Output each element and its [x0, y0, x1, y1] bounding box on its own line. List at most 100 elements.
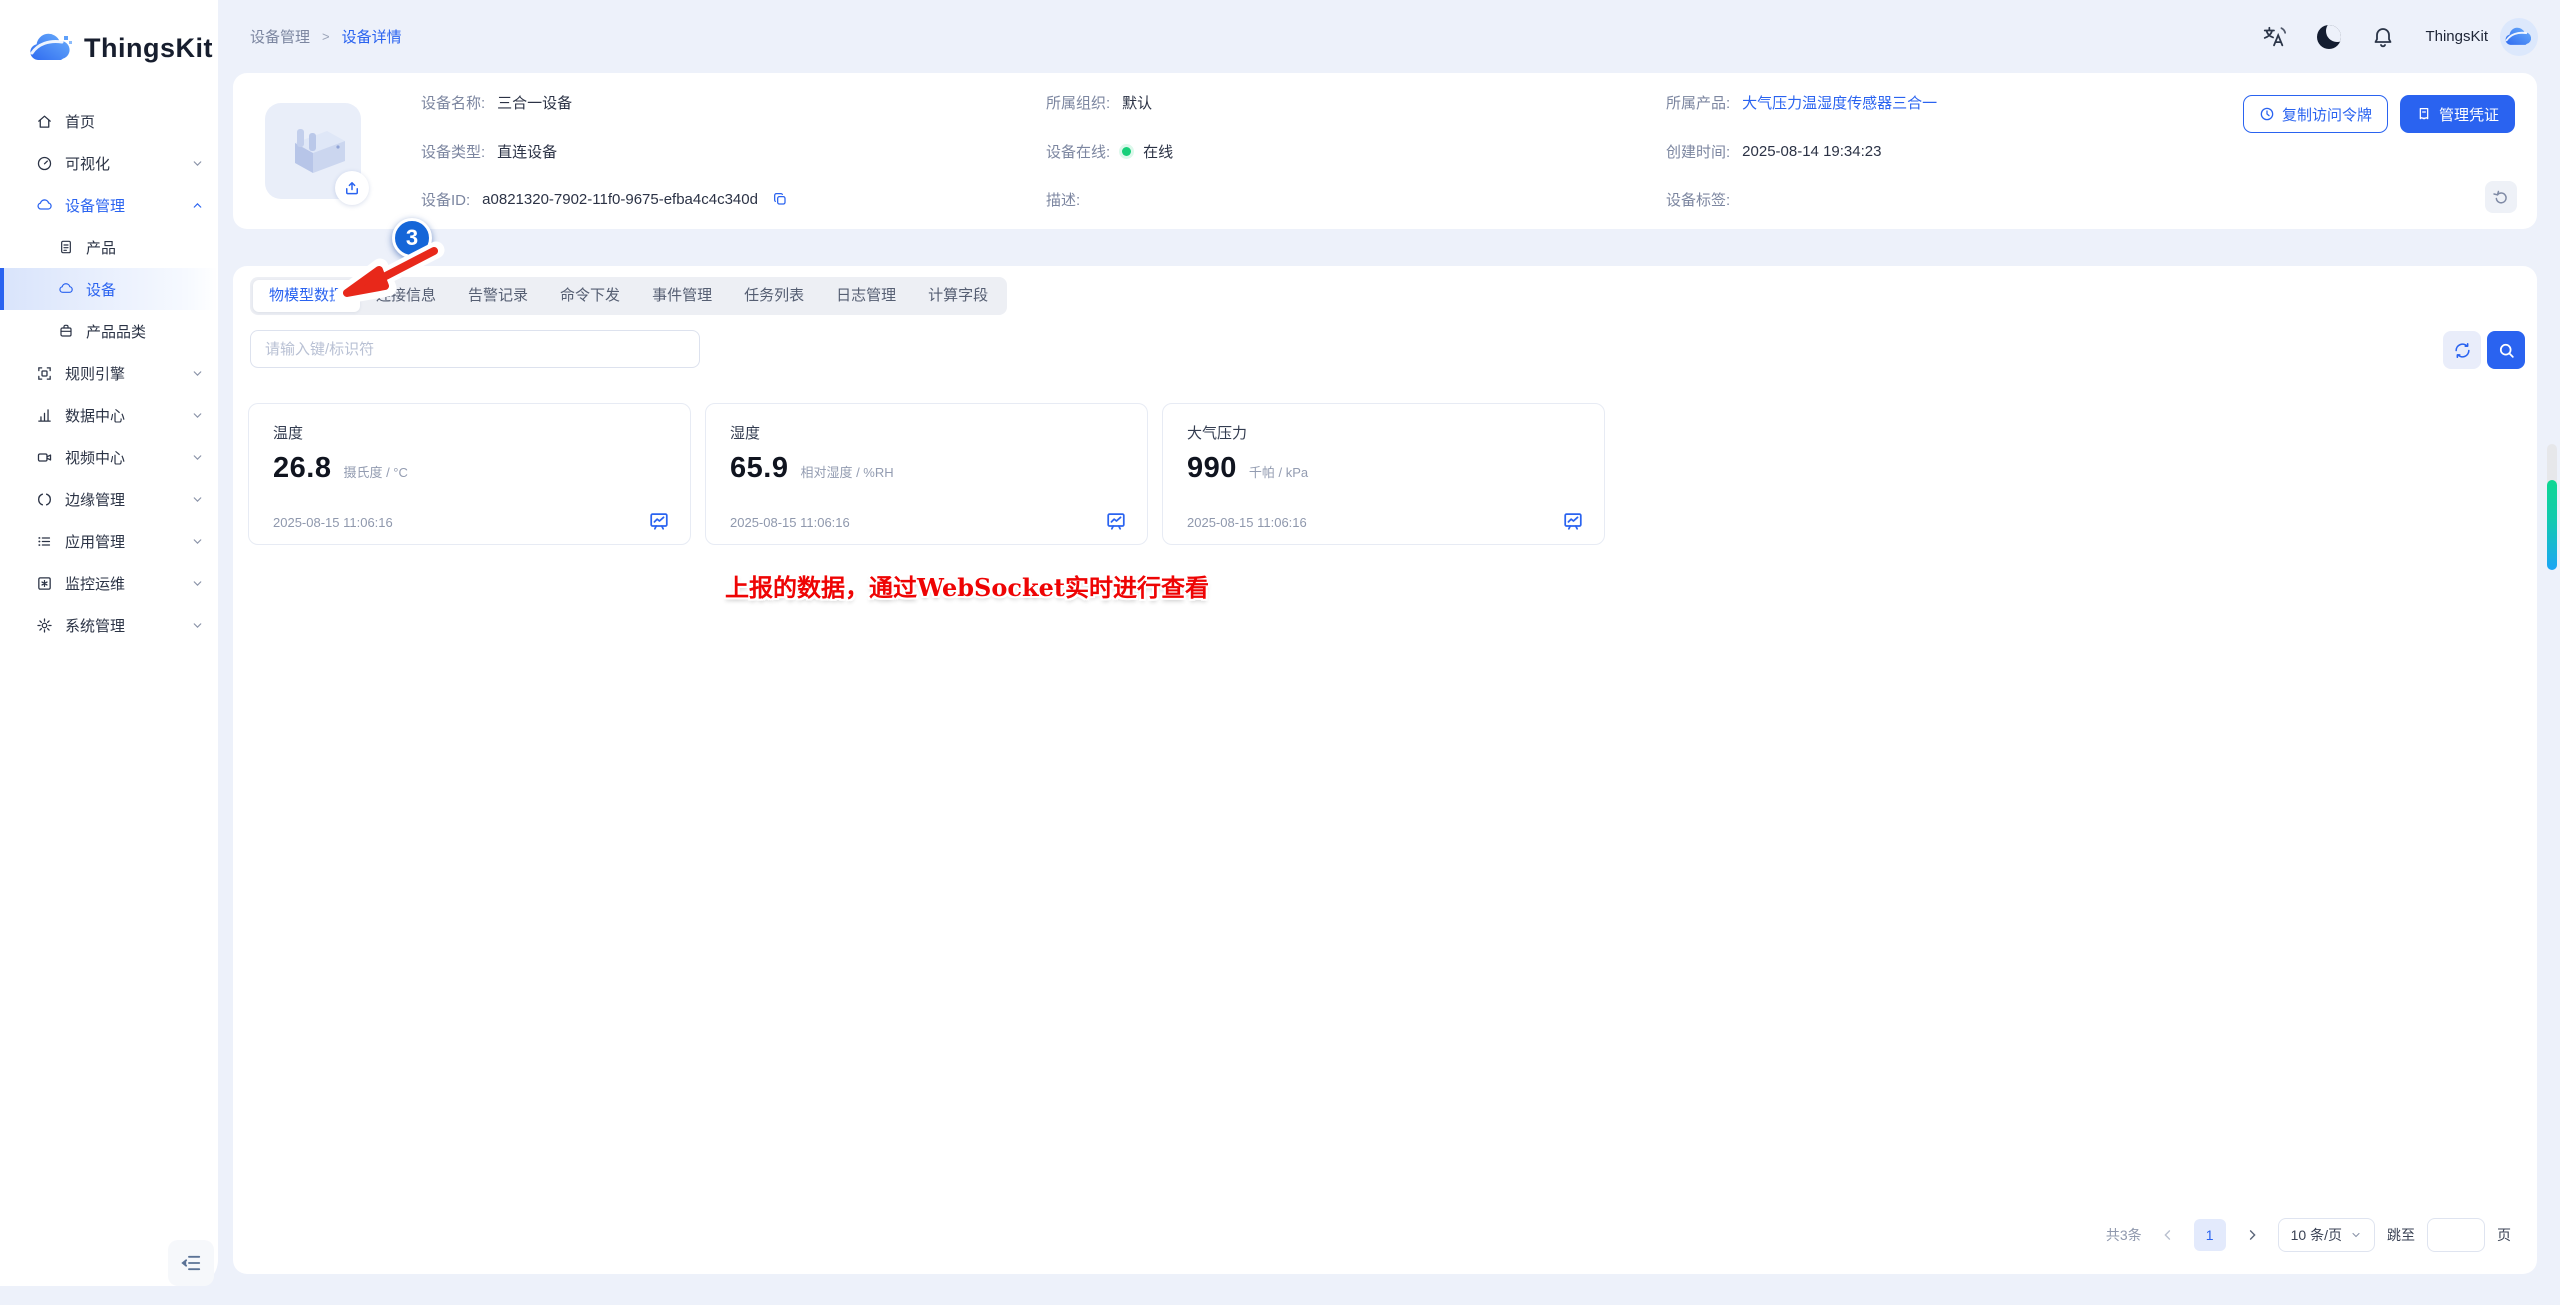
sidebar-item-device-management[interactable]: 设备管理 [0, 184, 218, 226]
field-value: 2025-08-14 19:34:23 [1742, 143, 1881, 160]
scrollbar-thumb[interactable] [2547, 480, 2557, 570]
user-menu[interactable]: ThingsKit [2425, 18, 2538, 56]
pagination-jump-label: 跳至 [2387, 1225, 2415, 1245]
field-device-tag: 设备标签: [1666, 187, 1742, 211]
sidebar-nav: 首页 可视化 设备管理 产品 设备 产品品类 [0, 100, 218, 646]
gear-icon [36, 617, 53, 634]
search-input[interactable] [250, 330, 700, 368]
card-value: 26.8 [273, 452, 331, 485]
field-label: 所属组织: [1046, 92, 1110, 113]
sidebar-item-edge-management[interactable]: 边缘管理 [0, 478, 218, 520]
scrollbar-track[interactable] [2547, 444, 2557, 570]
annotation-note: 上报的数据，通过WebSocket实时进行查看 [725, 568, 1209, 603]
chevron-up-icon [191, 199, 204, 212]
field-label: 描述: [1046, 189, 1080, 210]
sidebar-item-system-management[interactable]: 系统管理 [0, 604, 218, 646]
field-label: 设备标签: [1666, 189, 1730, 210]
sidebar-item-visualization[interactable]: 可视化 [0, 142, 218, 184]
cloud-logo-icon [28, 30, 74, 66]
tab-command-issue[interactable]: 命令下发 [544, 280, 636, 312]
copy-icon[interactable] [772, 191, 788, 207]
chevron-down-icon [191, 577, 204, 590]
telemetry-card-temperature[interactable]: 温度 26.8 摄氏度 / °C 2025-08-15 11:06:16 [248, 403, 691, 545]
upload-icon[interactable] [335, 171, 369, 205]
refresh-button[interactable] [2443, 331, 2481, 369]
field-label: 设备ID: [421, 189, 470, 210]
field-device-id: 设备ID: a0821320-7902-11f0-9675-efba4c4c34… [421, 187, 788, 211]
page-size-select[interactable]: 10 条/页 [2278, 1218, 2375, 1252]
sidebar-item-video-center[interactable]: 视频中心 [0, 436, 218, 478]
refresh-icon [2453, 341, 2472, 360]
telemetry-card-pressure[interactable]: 大气压力 990 千帕 / kPa 2025-08-15 11:06:16 [1162, 403, 1605, 545]
avatar [2500, 18, 2538, 56]
sidebar-item-product[interactable]: 产品 [0, 226, 218, 268]
field-product: 所属产品: 大气压力温湿度传感器三合一 [1666, 90, 1937, 114]
chevron-down-icon [191, 157, 204, 170]
manage-credentials-label: 管理凭证 [2439, 104, 2499, 125]
tab-alarm-records[interactable]: 告警记录 [452, 280, 544, 312]
card-title: 温度 [273, 422, 303, 443]
sidebar-item-label: 设备管理 [65, 195, 125, 216]
sidebar-item-app-management[interactable]: 应用管理 [0, 520, 218, 562]
sidebar-item-label: 应用管理 [65, 531, 125, 552]
tab-log-management[interactable]: 日志管理 [820, 280, 912, 312]
rule-engine-icon [36, 365, 53, 382]
cloud-device-icon [58, 281, 74, 297]
tab-task-list[interactable]: 任务列表 [728, 280, 820, 312]
breadcrumb-parent[interactable]: 设备管理 [250, 26, 310, 47]
sidebar-item-label: 数据中心 [65, 405, 125, 426]
pagination-next-button[interactable] [2238, 1221, 2266, 1249]
field-online-status: 设备在线: 在线 [1046, 139, 1173, 163]
tab-computed-fields[interactable]: 计算字段 [912, 280, 1004, 312]
chart-history-icon[interactable] [648, 510, 670, 532]
sidebar-item-label: 规则引擎 [65, 363, 125, 384]
tab-event-management[interactable]: 事件管理 [636, 280, 728, 312]
sidebar-item-home[interactable]: 首页 [0, 100, 218, 142]
product-link[interactable]: 大气压力温湿度传感器三合一 [1742, 92, 1937, 113]
chart-history-icon[interactable] [1562, 510, 1584, 532]
field-created-time: 创建时间: 2025-08-14 19:34:23 [1666, 139, 1881, 163]
breadcrumb-current: 设备详情 [342, 26, 402, 47]
sidebar-item-data-center[interactable]: 数据中心 [0, 394, 218, 436]
page: ThingsKit 首页 可视化 设备管理 产品 [0, 0, 2560, 1305]
field-value: 三合一设备 [497, 92, 572, 113]
card-unit: 千帕 / kPa [1249, 462, 1308, 481]
topbar-actions: ThingsKit [2261, 18, 2538, 56]
breadcrumb-separator: > [322, 29, 330, 44]
app-list-icon [36, 533, 53, 550]
file-icon [58, 239, 74, 255]
card-title: 湿度 [730, 422, 760, 443]
gauge-icon [36, 155, 53, 172]
chevron-down-icon [2350, 1229, 2362, 1241]
sidebar-item-rule-engine[interactable]: 规则引擎 [0, 352, 218, 394]
moon-icon[interactable] [2317, 25, 2341, 49]
sidebar-item-monitor-ops[interactable]: 监控运维 [0, 562, 218, 604]
online-status-dot [1122, 147, 1131, 156]
bar-chart-icon [36, 407, 53, 424]
sidebar-collapse-button[interactable] [168, 1240, 214, 1286]
sidebar-item-device[interactable]: 设备 [0, 268, 218, 310]
chart-history-icon[interactable] [1105, 510, 1127, 532]
pagination-total: 共3条 [2106, 1225, 2142, 1245]
jump-page-input[interactable] [2427, 1218, 2485, 1252]
home-icon [36, 113, 53, 130]
sidebar-item-label: 产品 [86, 237, 116, 258]
card-timestamp: 2025-08-15 11:06:16 [1187, 515, 1307, 530]
telemetry-card-humidity[interactable]: 湿度 65.9 相对湿度 / %RH 2025-08-15 11:06:16 [705, 403, 1148, 545]
sidebar-item-product-category[interactable]: 产品品类 [0, 310, 218, 352]
copy-token-button[interactable]: 复制访问令牌 [2243, 95, 2388, 133]
translate-icon[interactable] [2261, 24, 2287, 50]
credential-icon [2416, 106, 2432, 122]
undo-icon[interactable] [2485, 181, 2517, 213]
chevron-down-icon [191, 535, 204, 548]
device-actions: 复制访问令牌 管理凭证 [2243, 95, 2515, 133]
status-badge: 在线 [1143, 141, 1173, 162]
sidebar-item-label: 产品品类 [86, 321, 146, 342]
sidebar-item-label: 监控运维 [65, 573, 125, 594]
search-button[interactable] [2487, 331, 2525, 369]
pagination-page-1[interactable]: 1 [2194, 1219, 2226, 1251]
bell-icon[interactable] [2371, 25, 2395, 49]
video-icon [36, 449, 53, 466]
pagination-prev-button[interactable] [2154, 1221, 2182, 1249]
manage-credentials-button[interactable]: 管理凭证 [2400, 95, 2515, 133]
